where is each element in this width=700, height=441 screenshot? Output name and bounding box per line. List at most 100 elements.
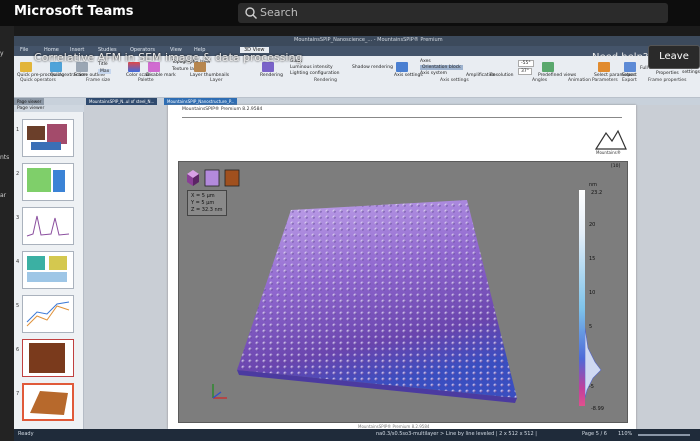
page-number: 7 [16, 391, 20, 397]
status-ready: Ready [18, 431, 34, 437]
page-number: 5 [16, 303, 20, 309]
export-icon[interactable] [624, 62, 636, 72]
teams-left-rail: y nts ar [0, 26, 14, 441]
surface-texture [237, 200, 517, 398]
colorbar-min: -8.99 [591, 406, 604, 412]
ribbon-item-label[interactable]: Axes [420, 59, 431, 64]
thumbnail-image [29, 343, 65, 373]
quick-preprocessing-icon[interactable] [20, 62, 32, 72]
document-tabs: Page viewer MountainsSPIP_N..ul of steel… [14, 98, 700, 105]
ribbon-item-label[interactable]: Shadow rendering [352, 65, 393, 70]
search-icon [245, 7, 257, 19]
thumbnail-image [27, 256, 67, 282]
page-viewer-header: Page viewer [14, 105, 84, 112]
doc-tab[interactable]: MountainsSPIP_N..ul of steel_N... [86, 98, 158, 105]
colorbar-tick: 15 [589, 256, 596, 262]
report-page: MountainsSPIP® Premium 8.2.9584 Mountain… [168, 105, 636, 429]
select-parameters-icon[interactable] [598, 62, 610, 72]
ribbon-group-label: Parameters [592, 78, 618, 83]
teams-app-title: Microsoft Teams [14, 4, 134, 19]
cube-icon [187, 170, 199, 186]
ribbon-group-label: Frame size [86, 78, 111, 83]
ribbon-item-label[interactable]: Resolution [490, 73, 514, 78]
angle-input[interactable]: 37° [518, 68, 532, 75]
app-window-title: MountainsSPIP_Nanoscience_... - Mountain… [294, 37, 443, 43]
rail-label[interactable]: ar [0, 192, 6, 199]
page-thumbnail-selected[interactable] [22, 383, 74, 421]
status-bar: Ready na0.3/s0.5so3-multilayer > Line by… [14, 429, 700, 441]
tab-file[interactable]: File [20, 47, 28, 53]
texture-layer-swatch [224, 169, 240, 187]
x-dimension: X = 5 µm [191, 193, 215, 199]
zoom-slider[interactable] [638, 434, 690, 436]
tab-page-viewer[interactable]: Page viewer [14, 98, 45, 105]
colorbar-tick: 10 [589, 290, 596, 296]
colorbar-unit: nm [589, 182, 598, 188]
color-scale: nm 23.2 20 15 10 5 0 -5 -8.99 [577, 182, 629, 418]
leave-button[interactable]: Leave [648, 45, 700, 69]
ribbon-group-label: Layer [210, 78, 223, 83]
ribbon-group-label: Angles [532, 78, 548, 83]
doc-tab-active[interactable]: MountainsSPIP_Nanostructure_P... [164, 98, 238, 105]
mountains-logo [594, 129, 627, 150]
page-number: 6 [16, 347, 20, 353]
rail-label[interactable]: y [0, 50, 4, 57]
ribbon-group-label: Animation [568, 78, 591, 83]
status-zoom[interactable]: 110% [618, 431, 632, 437]
search-placeholder: Search [260, 6, 298, 19]
page-number: 4 [16, 259, 20, 265]
teams-top-bar: Microsoft Teams Search [0, 0, 700, 26]
ribbon-group-label: Axis settings [440, 78, 469, 83]
status-page: Page 5 / 6 [582, 431, 607, 437]
thumbnail-image [26, 301, 70, 327]
y-dimension: Y = 5 µm [191, 200, 215, 206]
page-number: 1 [16, 127, 20, 133]
predefined-views-icon[interactable] [542, 62, 554, 72]
thumbnail-image [27, 168, 65, 192]
ribbon-group-label: Frame properties [648, 78, 687, 83]
height-histogram [585, 328, 602, 398]
rail-label[interactable]: nts [0, 154, 9, 161]
document-area: MountainsSPIP® Premium 8.2.9584 Mountain… [84, 105, 700, 429]
page-thumbnail[interactable] [22, 119, 74, 157]
page-divider [182, 117, 622, 118]
thumbnail-image [27, 124, 67, 150]
angle-input[interactable]: -55° [518, 60, 534, 67]
ribbon-item-label[interactable]: Axis settings [394, 73, 423, 78]
topography-layer-swatch [204, 169, 220, 187]
mountains-app-window: MountainsSPIP_Nanoscience_... - Mountain… [14, 36, 700, 441]
ribbon-item-label[interactable]: Lighting configuration [290, 71, 339, 76]
z-dimension: Z = 32.3 nm [191, 207, 223, 213]
afm-3d-surface[interactable] [219, 190, 529, 420]
ribbon-item-label[interactable]: Rendering [260, 73, 283, 78]
logo-text: Mountains® [596, 150, 621, 155]
page-thumbnail[interactable] [22, 207, 74, 245]
3d-surface-view[interactable]: [10] X = 5 µm Y = 5 µm Z = 32.3 nm nm 23… [178, 161, 628, 423]
axis-settings-icon[interactable] [396, 62, 408, 72]
colorbar-max: 23.2 [591, 190, 603, 196]
frame-number-label: [10] [611, 164, 621, 169]
ribbon-group-label: Export [622, 78, 637, 83]
page-thumbnail[interactable] [22, 163, 74, 201]
status-layer-info: na0.3/s0.5so3-multilayer > Line by line … [376, 431, 537, 437]
need-help-link[interactable]: Need help? [592, 52, 648, 63]
ribbon-group-label: Quick operators [20, 78, 56, 83]
app-titlebar: MountainsSPIP_Nanoscience_... - Mountain… [14, 36, 700, 46]
ribbon-group-label: Palette [138, 78, 154, 83]
colorbar-tick: 20 [589, 222, 596, 228]
thumbnail-image [30, 391, 68, 415]
axis-orientation-icon [212, 384, 227, 399]
page-thumbnail[interactable] [22, 295, 74, 333]
ribbon-item-label[interactable]: Luminous intensity [290, 65, 333, 70]
layer-selector[interactable] [185, 168, 245, 190]
ribbon-item-label[interactable]: Properties [656, 71, 679, 76]
ribbon-item-label[interactable]: Axis system [420, 71, 447, 76]
ribbon-item-label[interactable]: Max [98, 69, 112, 74]
page-thumbnail[interactable] [22, 339, 74, 377]
ribbon-item-label[interactable]: Orientation block [420, 65, 463, 70]
thumbnail-image [26, 215, 70, 237]
page-number: 3 [16, 215, 20, 221]
page-thumbnail[interactable] [22, 251, 74, 289]
page-viewer-panel: Page viewer 1 2 3 4 5 6 7 [14, 105, 84, 441]
teams-search-input[interactable]: Search [238, 3, 668, 23]
